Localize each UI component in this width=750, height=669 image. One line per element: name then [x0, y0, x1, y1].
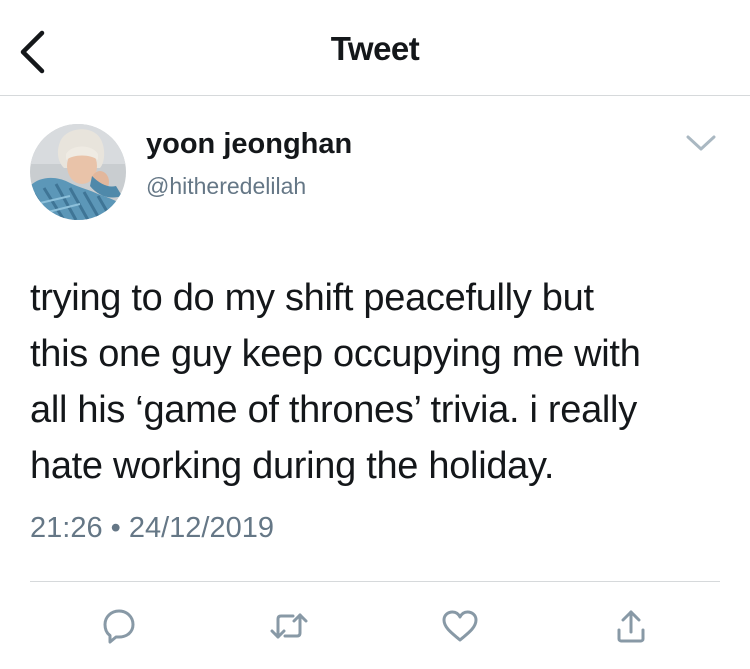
avatar-photo [30, 124, 126, 220]
author-handle: @hitheredelilah [146, 173, 307, 199]
reply-button[interactable] [97, 604, 141, 648]
heart-icon [442, 610, 478, 642]
retweet-button[interactable] [267, 604, 311, 648]
like-button[interactable] [438, 604, 482, 648]
reply-icon [103, 609, 135, 644]
share-button[interactable] [609, 604, 653, 648]
author-display-name[interactable]: yoon jeonghan [146, 128, 352, 161]
divider [30, 581, 720, 582]
share-icon [617, 610, 645, 643]
avatar[interactable] [30, 124, 126, 220]
tweet-text: trying to do my shift peacefully but thi… [30, 277, 641, 487]
retweet-icon [270, 613, 308, 639]
tweet-timestamp[interactable]: 21:26 • 24/12/2019 [30, 512, 274, 545]
chevron-down-icon [686, 135, 716, 151]
page-title: Tweet [330, 30, 420, 67]
top-bar: Tweet [0, 0, 750, 96]
more-options-button[interactable] [680, 126, 722, 160]
